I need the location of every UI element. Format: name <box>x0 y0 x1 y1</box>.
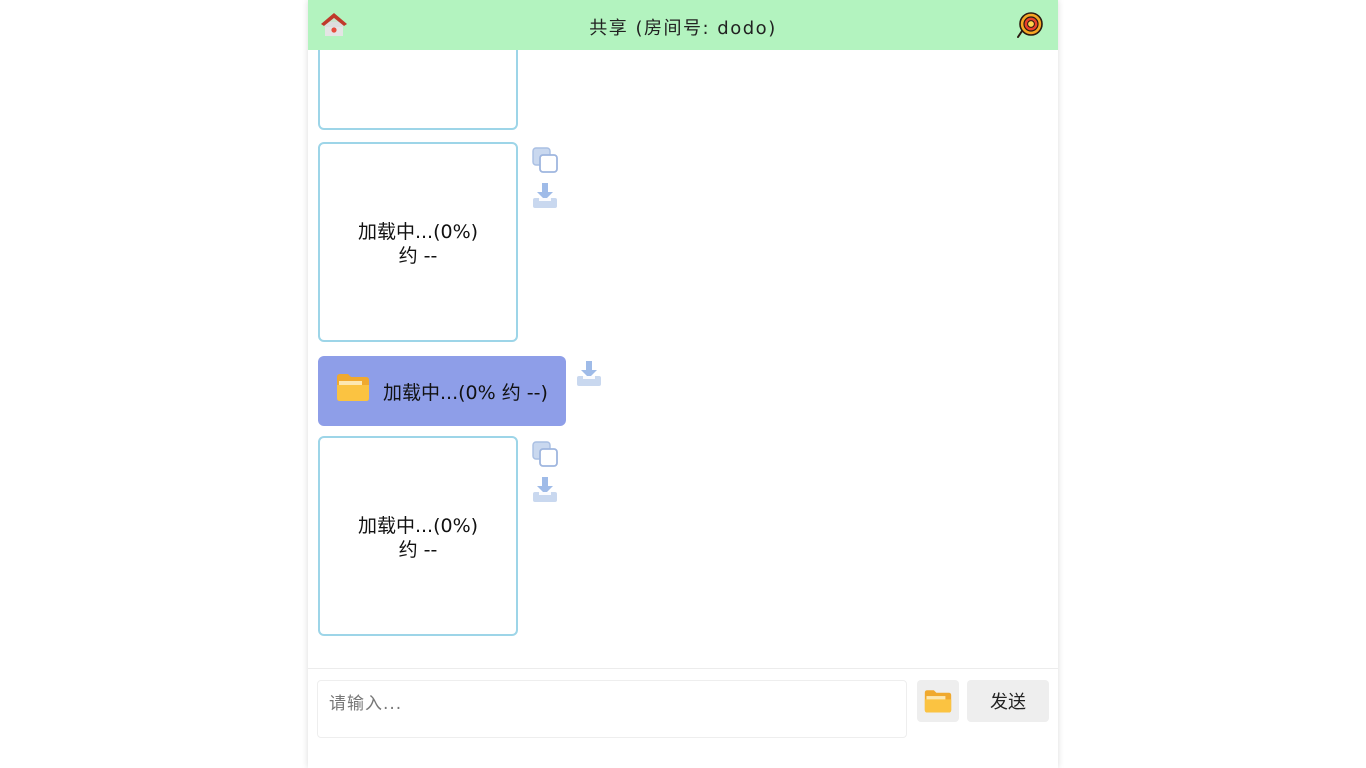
loading-eta: 约 -- <box>398 245 438 267</box>
image-message[interactable]: 加载中...(0%) 约 -- <box>318 436 518 636</box>
send-button[interactable]: 发送 <box>967 680 1049 722</box>
attach-file-button[interactable] <box>917 680 959 722</box>
loading-progress: 加载中...(0%) <box>357 515 479 537</box>
brand-logo-icon[interactable] <box>1016 11 1044 39</box>
copy-icon[interactable] <box>531 146 559 174</box>
folder-icon <box>924 690 952 713</box>
header-bar: 共享 (房间号: dodo) <box>308 0 1058 50</box>
download-icon[interactable] <box>531 182 559 210</box>
composer-bar: 发送 <box>308 668 1058 768</box>
download-icon[interactable] <box>575 360 603 388</box>
chat-app: 共享 (房间号: dodo) 加载中...(0%) 约 -- 加载中...(0%… <box>308 0 1058 768</box>
download-icon[interactable] <box>531 476 559 504</box>
copy-icon[interactable] <box>531 440 559 468</box>
message-actions <box>531 146 561 218</box>
message-input[interactable] <box>317 680 907 738</box>
image-message[interactable]: 加载中...(0%) 约 -- <box>318 142 518 342</box>
message-list[interactable]: 加载中...(0%) 约 -- 加载中...(0% 约 --) 加载中...(0… <box>308 50 1058 668</box>
message-actions <box>531 440 561 512</box>
loading-status: 加载中...(0%) 约 -- <box>320 514 516 562</box>
folder-icon <box>336 372 370 402</box>
message-actions <box>575 360 605 396</box>
loading-status: 加载中...(0%) 约 -- <box>320 220 516 268</box>
image-message[interactable] <box>318 50 518 130</box>
file-loading-status: 加载中...(0% 约 --) <box>383 382 548 404</box>
file-message[interactable]: 加载中...(0% 约 --) <box>318 356 566 426</box>
loading-eta: 约 -- <box>398 539 438 561</box>
page-title: 共享 (房间号: dodo) <box>589 18 777 39</box>
loading-progress: 加载中...(0%) <box>357 221 479 243</box>
